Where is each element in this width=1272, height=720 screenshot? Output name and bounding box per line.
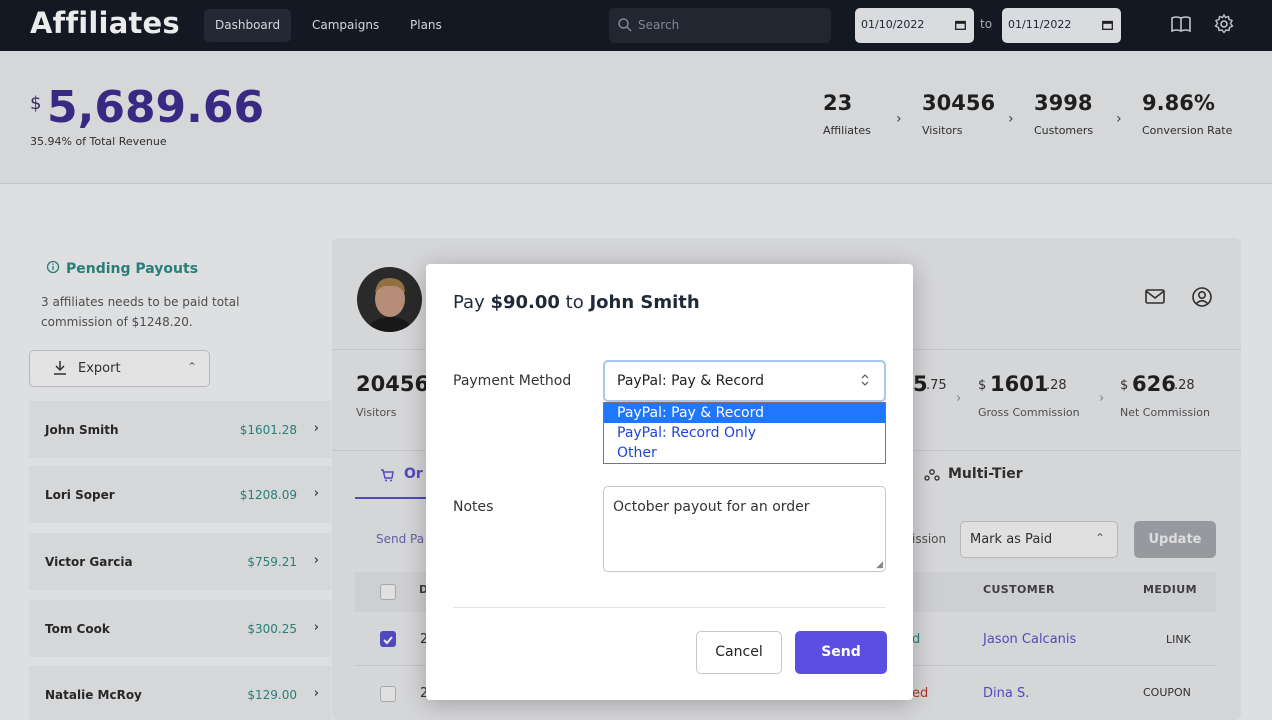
cancel-button[interactable]: Cancel — [696, 631, 782, 674]
notes-value: October payout for an order — [613, 499, 810, 515]
payment-method-value: PayPal: Pay & Record — [617, 373, 764, 389]
modal-title: Pay $90.00 to John Smith — [453, 292, 700, 313]
pay-modal: Pay $90.00 to John Smith Payment Method … — [426, 264, 913, 700]
updown-icon — [860, 372, 870, 392]
option-other[interactable]: Other — [604, 443, 885, 463]
option-paypal-record-only[interactable]: PayPal: Record Only — [604, 423, 885, 443]
payment-method-dropdown: PayPal: Pay & Record PayPal: Record Only… — [603, 402, 886, 464]
payment-method-select[interactable]: PayPal: Pay & Record — [603, 360, 886, 402]
notes-textarea[interactable]: October payout for an order ◢ — [603, 486, 886, 572]
resize-grip-icon[interactable]: ◢ — [876, 560, 883, 570]
payment-method-label: Payment Method — [453, 373, 572, 389]
send-button[interactable]: Send — [795, 631, 887, 674]
option-paypal-pay-record[interactable]: PayPal: Pay & Record — [604, 403, 885, 423]
modal-divider — [453, 607, 886, 608]
notes-label: Notes — [453, 499, 494, 515]
